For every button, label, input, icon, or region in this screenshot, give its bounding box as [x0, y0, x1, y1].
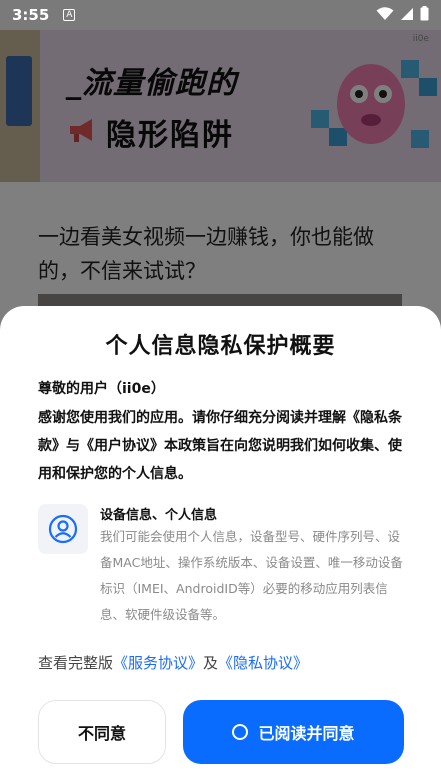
agreement-links: 查看完整版《服务协议》及《隐私协议》 [38, 652, 308, 673]
privacy-dialog: 个人信息隐私保护概要 尊敬的用户（ii0e） 感谢您使用我们的应用。请你仔细充分… [0, 306, 441, 784]
info-section: 设备信息、个人信息 我们可能会使用个人信息，设备型号、硬件序列号、设备MAC地址… [38, 504, 410, 628]
notification-badge: A [63, 9, 76, 21]
status-time: 3:55 [12, 6, 50, 24]
dialog-title: 个人信息隐私保护概要 [105, 334, 336, 359]
decline-button-label: 不同意 [77, 724, 126, 743]
dialog-intro: 感谢您使用我们的应用。请你仔细充分阅读并理解《隐私条款》与《用户协议》本政策旨在… [38, 410, 402, 482]
status-icons [376, 5, 429, 25]
agree-button-label: 已阅读并同意 [258, 724, 355, 743]
status-bar: 3:55 A [0, 0, 441, 30]
battery-icon [420, 5, 429, 25]
wifi-icon [376, 6, 394, 25]
privacy-agreement-link[interactable]: 《隐私协议》 [218, 654, 308, 672]
links-prefix: 查看完整版 [38, 654, 114, 672]
dialog-greeting: 尊敬的用户（ii0e） [38, 381, 165, 397]
info-text: 我们可能会使用个人信息，设备型号、硬件序列号、设备MAC地址、操作系统版本、设备… [100, 529, 403, 622]
service-agreement-link[interactable]: 《服务协议》 [113, 654, 203, 672]
user-profile-icon [38, 504, 88, 554]
radio-circle-icon [232, 724, 249, 740]
agree-button[interactable]: 已阅读并同意 [183, 700, 404, 764]
links-and: 及 [203, 654, 219, 672]
cellular-icon [400, 6, 414, 25]
info-heading: 设备信息、个人信息 [100, 508, 218, 523]
decline-button[interactable]: 不同意 [38, 700, 166, 764]
